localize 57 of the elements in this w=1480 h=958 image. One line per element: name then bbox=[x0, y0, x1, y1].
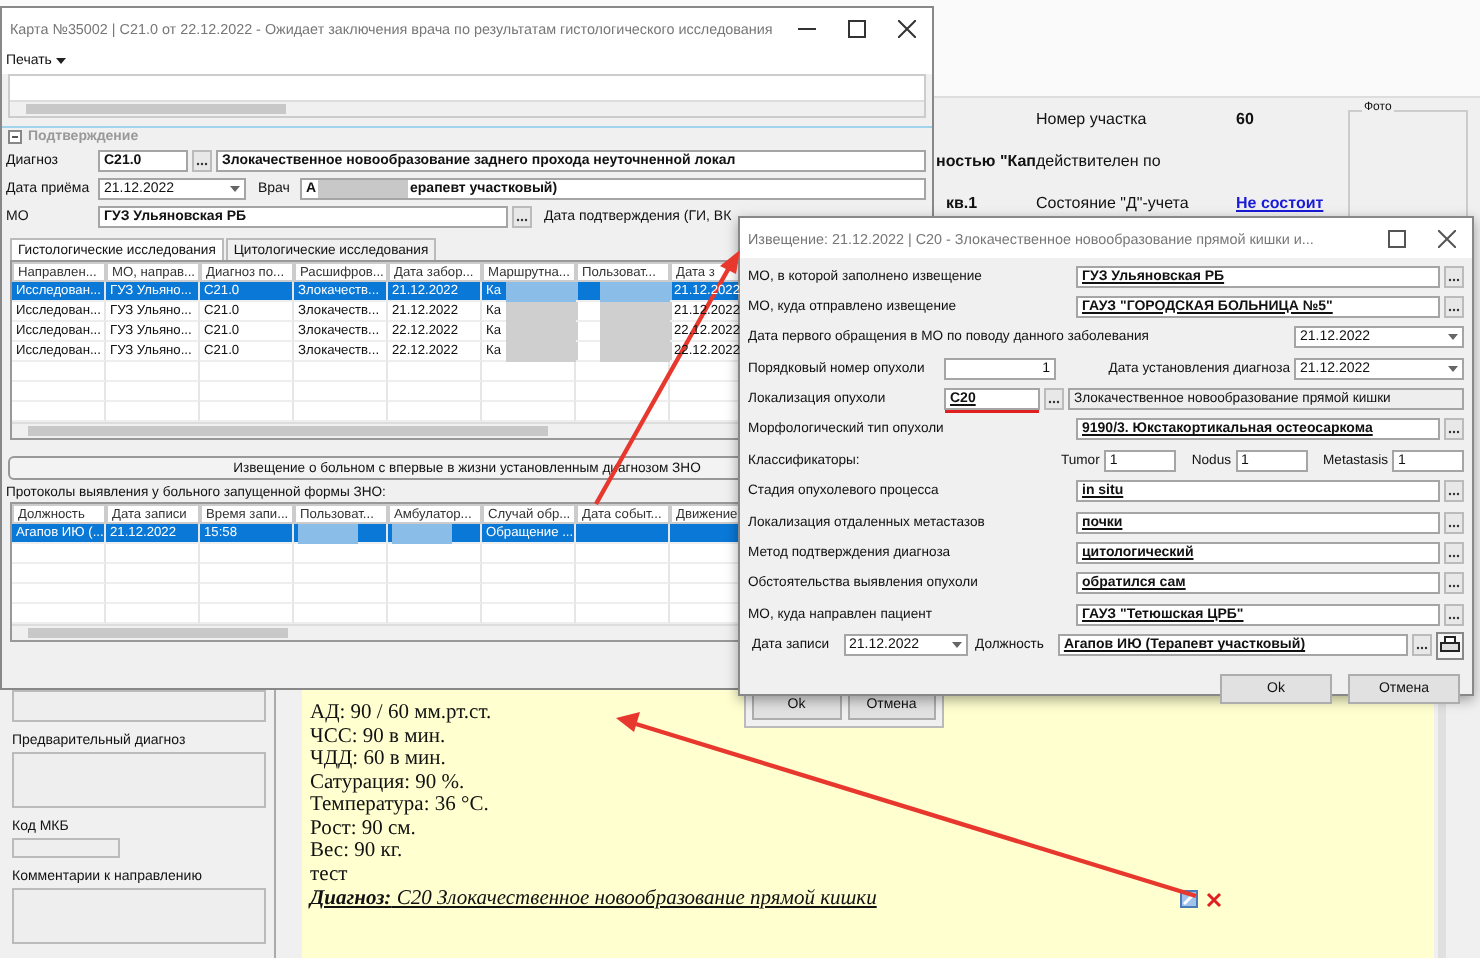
document-line: АД: 90 / 60 мм.рт.ст. bbox=[310, 702, 492, 725]
browse-button[interactable] bbox=[1444, 511, 1464, 534]
status-link[interactable]: Не состоит bbox=[1236, 194, 1340, 212]
dots-icon bbox=[1448, 523, 1460, 528]
browse-button[interactable] bbox=[1444, 603, 1464, 626]
scrollbar-thumb[interactable] bbox=[28, 426, 548, 436]
browse-button[interactable] bbox=[1412, 634, 1432, 657]
caret-icon[interactable] bbox=[55, 58, 66, 64]
dots-icon bbox=[1416, 646, 1428, 651]
diagnosis-line: Диагноз: C20 Злокачественное новообразование прямой кишки bbox=[310, 888, 877, 911]
collapse-icon[interactable] bbox=[8, 130, 22, 144]
field-label: Состояние "Д"-учета bbox=[1036, 194, 1191, 212]
browse-button[interactable] bbox=[1444, 418, 1464, 441]
text-field[interactable] bbox=[12, 752, 266, 808]
text-field[interactable] bbox=[12, 690, 266, 722]
field-label: Номер участка bbox=[1036, 110, 1149, 128]
document-line: ЧСС: 90 в мин. bbox=[310, 725, 446, 748]
caret-icon bbox=[1448, 365, 1458, 372]
document-line: Температура: 36 °С. bbox=[310, 794, 489, 817]
scrollbar-thumb[interactable] bbox=[28, 628, 288, 638]
dots-icon bbox=[1448, 584, 1460, 589]
document-line: Рост: 90 см. bbox=[310, 817, 416, 840]
caret-icon bbox=[951, 642, 962, 649]
printer-icon bbox=[1440, 636, 1460, 655]
scrollbar-thumb[interactable] bbox=[26, 104, 286, 114]
dots-icon bbox=[1448, 307, 1460, 312]
document-line: Вес: 90 кг. bbox=[310, 840, 403, 863]
document-line: Сатурация: 90 %. bbox=[310, 771, 465, 794]
maximize-icon[interactable] bbox=[1388, 229, 1406, 247]
close-icon[interactable] bbox=[1438, 229, 1456, 247]
print-button[interactable] bbox=[1436, 631, 1464, 660]
caret-icon bbox=[230, 186, 240, 192]
text-field[interactable] bbox=[12, 888, 266, 944]
field-label: действителен по bbox=[1036, 152, 1163, 170]
dots-icon bbox=[1448, 615, 1460, 620]
browse-button[interactable] bbox=[1444, 295, 1464, 318]
browse-button[interactable] bbox=[1044, 388, 1064, 411]
maximize-icon[interactable] bbox=[848, 19, 866, 37]
close-icon[interactable] bbox=[898, 19, 916, 37]
name-fragment: ностью "Кап bbox=[936, 152, 1036, 170]
browse-button[interactable] bbox=[1444, 572, 1464, 595]
caret-icon bbox=[1448, 334, 1458, 341]
browse-button[interactable] bbox=[1444, 265, 1464, 287]
address-fragment: кв.1 bbox=[944, 194, 980, 212]
dots-icon bbox=[1448, 430, 1460, 435]
blurred-block bbox=[318, 180, 409, 198]
dots-icon bbox=[1448, 492, 1460, 497]
document-line: тест bbox=[310, 863, 348, 886]
field-value: 60 bbox=[1236, 110, 1256, 128]
dots-icon bbox=[1048, 400, 1060, 405]
browse-button[interactable] bbox=[1444, 480, 1464, 503]
browse-button[interactable] bbox=[192, 150, 212, 172]
dots-icon bbox=[1448, 554, 1460, 559]
browse-button[interactable] bbox=[1444, 542, 1464, 565]
document-line: ЧДД: 60 в мин. bbox=[310, 748, 446, 771]
text-field[interactable] bbox=[12, 838, 120, 858]
browse-button[interactable] bbox=[512, 206, 532, 228]
